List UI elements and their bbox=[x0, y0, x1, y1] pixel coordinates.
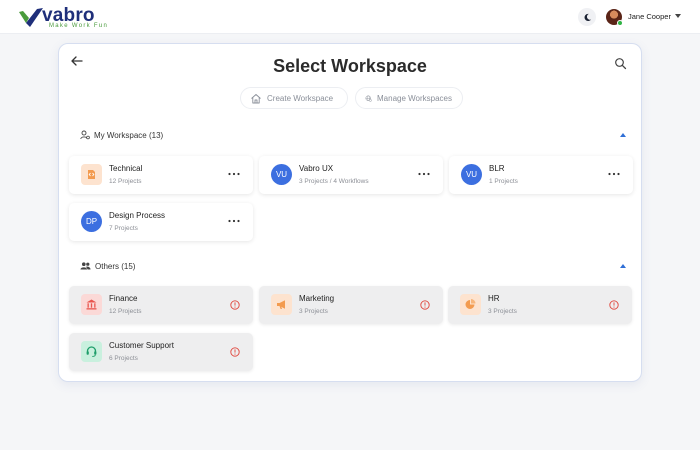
workspace-card-vabro-ux[interactable]: VU Vabro UX 3 Projects / 4 Workflows bbox=[259, 156, 443, 194]
workspace-meta: 12 Projects bbox=[109, 178, 142, 185]
workspace-name: Customer Support bbox=[109, 341, 174, 350]
pie-chart-icon bbox=[460, 294, 481, 315]
more-options-icon[interactable] bbox=[607, 169, 621, 179]
workspace-meta: 6 Projects bbox=[109, 355, 138, 362]
info-icon[interactable] bbox=[230, 300, 240, 310]
others-label: Others (15) bbox=[95, 261, 136, 271]
collapse-caret-icon[interactable] bbox=[620, 133, 626, 137]
workspace-name: HR bbox=[488, 294, 500, 303]
megaphone-icon bbox=[271, 294, 292, 315]
my-workspace-label: My Workspace (13) bbox=[94, 130, 164, 140]
workspace-name: BLR bbox=[489, 164, 505, 173]
workspace-meta: 3 Projects bbox=[299, 308, 328, 315]
user-name[interactable]: Jane Cooper bbox=[628, 12, 671, 21]
technical-icon bbox=[81, 164, 102, 185]
home-icon bbox=[251, 93, 261, 103]
workspace-name: Technical bbox=[109, 164, 143, 173]
workspace-card-technical[interactable]: Technical 12 Projects bbox=[69, 156, 253, 194]
globe-settings-icon bbox=[365, 95, 372, 102]
bank-icon bbox=[81, 294, 102, 315]
workspace-meta: 7 Projects bbox=[109, 225, 138, 232]
workspace-avatar: VU bbox=[461, 164, 482, 185]
online-status-dot bbox=[617, 20, 623, 26]
user-gear-icon bbox=[80, 130, 90, 140]
info-icon[interactable] bbox=[609, 300, 619, 310]
workspace-avatar: VU bbox=[271, 164, 292, 185]
workspace-meta: 3 Projects / 4 Workflows bbox=[299, 178, 369, 185]
page-title: Select Workspace bbox=[273, 56, 427, 76]
workspace-name: Finance bbox=[109, 294, 138, 303]
search-icon[interactable] bbox=[614, 57, 627, 70]
manage-workspaces-label: Manage Workspaces bbox=[377, 93, 452, 103]
workspace-card-hr[interactable]: HR 3 Projects bbox=[448, 286, 632, 324]
moon-icon bbox=[584, 13, 591, 21]
more-options-icon[interactable] bbox=[227, 169, 241, 179]
workspace-avatar: DP bbox=[81, 211, 102, 232]
workspace-card-design-process[interactable]: DP Design Process 7 Projects bbox=[69, 203, 253, 241]
workspace-card-customer-support[interactable]: Customer Support 6 Projects bbox=[69, 333, 253, 371]
user-menu-caret-icon[interactable] bbox=[675, 14, 681, 18]
info-icon[interactable] bbox=[230, 347, 240, 357]
manage-workspaces-button[interactable]: Manage Workspaces bbox=[355, 87, 463, 109]
workspace-name: Marketing bbox=[299, 294, 335, 303]
workspace-card-marketing[interactable]: Marketing 3 Projects bbox=[259, 286, 443, 324]
workspace-name: Design Process bbox=[109, 211, 166, 220]
more-options-icon[interactable] bbox=[417, 169, 431, 179]
workspace-panel: Select Workspace Create Workspace Manage… bbox=[58, 43, 642, 382]
logo-tagline: Make Work Fun bbox=[49, 23, 109, 29]
others-header[interactable]: Others (15) bbox=[69, 255, 633, 277]
logo-checkmark-icon bbox=[19, 8, 43, 27]
vabro-logo[interactable]: vabro Make Work Fun bbox=[18, 5, 118, 32]
headset-icon bbox=[81, 341, 102, 362]
create-workspace-button[interactable]: Create Workspace bbox=[240, 87, 348, 109]
workspace-meta: 3 Projects bbox=[488, 308, 517, 315]
collapse-caret-icon[interactable] bbox=[620, 264, 626, 268]
users-icon bbox=[80, 262, 91, 270]
info-icon[interactable] bbox=[420, 300, 430, 310]
workspace-meta: 12 Projects bbox=[109, 308, 142, 315]
workspace-card-blr[interactable]: VU BLR 1 Projects bbox=[449, 156, 633, 194]
workspace-name: Vabro UX bbox=[299, 164, 334, 173]
workspace-card-finance[interactable]: Finance 12 Projects bbox=[69, 286, 253, 324]
top-bar: vabro Make Work Fun Jane Cooper bbox=[0, 0, 700, 34]
create-workspace-label: Create Workspace bbox=[267, 93, 334, 103]
more-options-icon[interactable] bbox=[227, 216, 241, 226]
theme-toggle-button[interactable] bbox=[578, 8, 596, 26]
workspace-meta: 1 Projects bbox=[489, 178, 518, 185]
my-workspace-header[interactable]: My Workspace (13) bbox=[69, 124, 633, 146]
